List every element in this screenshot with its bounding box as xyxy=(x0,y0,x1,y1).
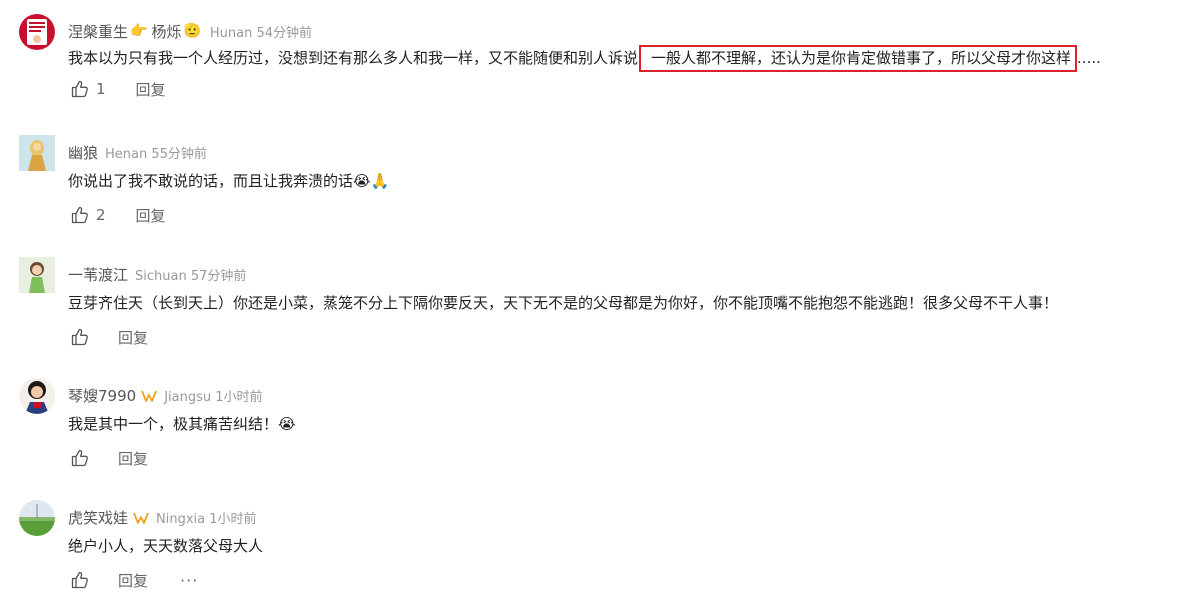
location-text: Jiangsu xyxy=(164,389,212,405)
comment-meta: Sichuan 57分钟前 xyxy=(135,265,246,284)
mentioned-username[interactable]: 杨烁 xyxy=(151,21,181,42)
reply-button[interactable]: 回复 xyxy=(136,205,166,226)
thumbs-up-icon xyxy=(70,79,90,99)
reply-button[interactable]: 回复 xyxy=(118,448,148,469)
avatar[interactable] xyxy=(19,257,55,293)
avatar[interactable] xyxy=(19,135,55,171)
username[interactable]: 虎笑戏娃 xyxy=(68,507,128,528)
comment-item: 一苇渡江 Sichuan 57分钟前 豆芽齐住天（长到天上）你还是小菜，蒸笼不分… xyxy=(0,257,1200,367)
comment-meta: Ningxia 1小时前 xyxy=(156,508,257,527)
comment-header: 虎笑戏娃 Ningxia 1小时前 xyxy=(68,506,257,528)
comment-item: 幽狼 Henan 55分钟前 你说出了我不敢说的话，而且让我奔溃的话😭🙏 2 回… xyxy=(0,135,1200,245)
like-button[interactable]: 2 xyxy=(70,205,106,225)
comment-text: 绝户小人，天天数落父母大人 xyxy=(68,537,264,555)
badge-icon xyxy=(141,388,158,402)
salute-emoji: 🫡 xyxy=(183,23,201,39)
comment-text: 你说出了我不敢说的话，而且让我奔溃的话😭🙏 xyxy=(68,172,390,190)
reply-button[interactable]: 回复 xyxy=(118,327,148,348)
reply-button[interactable]: 回复 xyxy=(118,570,148,591)
badge-icon xyxy=(133,510,149,524)
avatar[interactable] xyxy=(19,500,55,536)
comment-text: 我本以为只有我一个人经历过，没想到还有那么多人和我一样，又不能随便和别人诉说 一般… xyxy=(68,45,1101,72)
username[interactable]: 幽狼 xyxy=(68,142,98,163)
highlight-box: 一般人都不理解，还认为是你肯定做错事了，所以父母才你这样 xyxy=(639,45,1078,72)
comment-actions: 回复 xyxy=(70,326,148,348)
comment-actions: 回复 xyxy=(70,447,148,469)
comment-header: 涅槃重生 👉 杨烁 🫡 Hunan 54分钟前 xyxy=(68,20,312,42)
comment-item: 琴嫂7990 Jiangsu 1小时前 我是其中一个，极其痛苦纠结！😭 回复 xyxy=(0,378,1200,488)
thumbs-up-icon xyxy=(70,327,90,347)
comment-header: 幽狼 Henan 55分钟前 xyxy=(68,141,207,163)
username[interactable]: 一苇渡江 xyxy=(68,264,128,285)
time-text: 54分钟前 xyxy=(256,25,313,41)
like-button[interactable]: 1 xyxy=(70,79,106,99)
like-button[interactable] xyxy=(70,327,90,347)
time-text: 1小时前 xyxy=(209,511,257,527)
reply-button[interactable]: 回复 xyxy=(136,79,166,100)
comment-item: 虎笑戏娃 Ningxia 1小时前 绝户小人，天天数落父母大人 回复 ··· xyxy=(0,500,1200,610)
time-text: 57分钟前 xyxy=(190,268,247,284)
location-text: Ningxia xyxy=(156,511,206,527)
comment-actions: 2 回复 xyxy=(70,204,166,226)
comment-text-after: ..... xyxy=(1077,49,1101,67)
avatar[interactable] xyxy=(19,14,55,50)
comment-header: 一苇渡江 Sichuan 57分钟前 xyxy=(68,263,246,285)
comment-actions: 1 回复 xyxy=(70,78,166,100)
time-text: 1小时前 xyxy=(215,389,263,405)
pointing-emoji: 👉 xyxy=(130,23,148,39)
thumbs-up-icon xyxy=(70,448,90,468)
comment-meta: Henan 55分钟前 xyxy=(105,143,207,162)
comment-meta: Hunan 54分钟前 xyxy=(210,22,312,41)
more-options-button[interactable]: ··· xyxy=(180,571,198,590)
like-count: 1 xyxy=(96,80,106,98)
comment-text-before: 我本以为只有我一个人经历过，没想到还有那么多人和我一样，又不能随便和别人诉说 xyxy=(68,49,639,67)
avatar[interactable] xyxy=(19,378,55,414)
like-button[interactable] xyxy=(70,570,90,590)
time-text: 55分钟前 xyxy=(151,146,207,162)
comment-meta: Jiangsu 1小时前 xyxy=(164,386,262,405)
username[interactable]: 涅槃重生 xyxy=(68,21,128,42)
comment-text: 豆芽齐住天（长到天上）你还是小菜，蒸笼不分上下隔你要反天，天下无不是的父母都是为… xyxy=(68,294,1059,312)
thumbs-up-icon xyxy=(70,205,90,225)
username[interactable]: 琴嫂7990 xyxy=(68,385,136,406)
like-button[interactable] xyxy=(70,448,90,468)
comment-actions: 回复 ··· xyxy=(70,569,198,591)
location-text: Hunan xyxy=(209,25,253,41)
location-text: Sichuan xyxy=(135,268,187,284)
comment-header: 琴嫂7990 Jiangsu 1小时前 xyxy=(68,384,263,406)
location-text: Henan xyxy=(105,146,148,162)
comment-text: 我是其中一个，极其痛苦纠结！😭 xyxy=(68,415,296,433)
comment-item: 涅槃重生 👉 杨烁 🫡 Hunan 54分钟前 我本以为只有我一个人经历过，没想… xyxy=(0,14,1200,124)
like-count: 2 xyxy=(96,206,106,224)
thumbs-up-icon xyxy=(70,570,90,590)
